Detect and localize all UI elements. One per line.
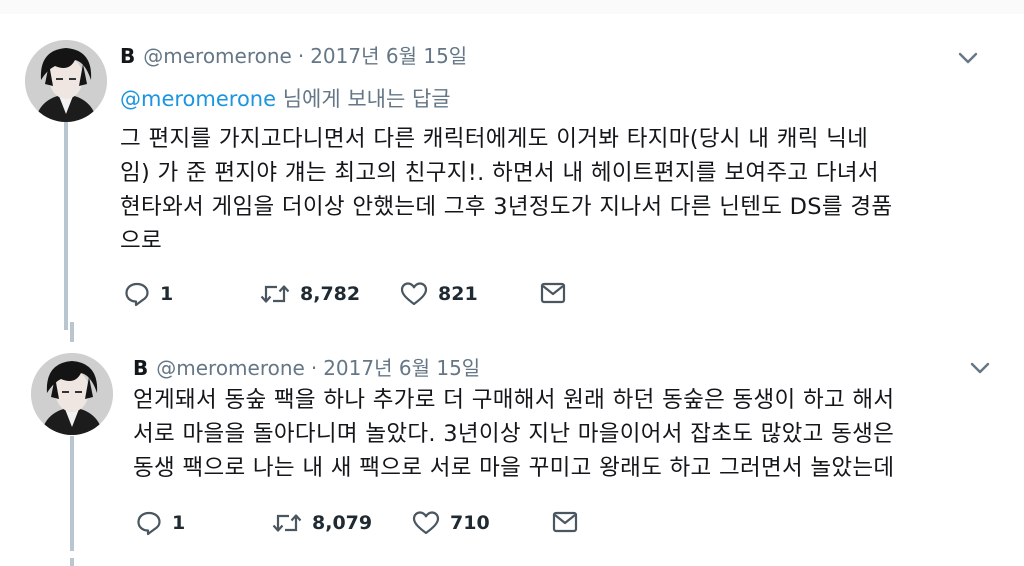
separator: · bbox=[297, 44, 305, 68]
reply-icon bbox=[137, 511, 161, 536]
like-icon bbox=[400, 282, 428, 306]
like-count: 710 bbox=[450, 512, 490, 534]
separator: · bbox=[310, 356, 318, 380]
tweet[interactable]: B @meromerone · 2017년 6월 15일 얻게돼서 동숲 팩을 하나 … bbox=[0, 330, 1024, 566]
avatar[interactable] bbox=[25, 40, 107, 122]
tweet-text-line: 얻게돼서 동숲 팩을 하나 추가로 더 구매해서 원래 하던 동숲은 동생이 하… bbox=[133, 387, 895, 413]
tweet-text-line: 으로 bbox=[120, 228, 163, 254]
chevron-down-icon[interactable] bbox=[969, 357, 991, 379]
reply-count: 1 bbox=[172, 512, 186, 534]
like-count: 821 bbox=[438, 283, 478, 305]
tweet-text-line: 동생 팩으로 나는 내 새 팩으로 서로 마을 꾸미고 왕래도 하고 그러면서 … bbox=[133, 455, 895, 481]
display-name[interactable]: B bbox=[133, 356, 148, 380]
like-button[interactable]: 821 bbox=[400, 281, 478, 307]
display-name[interactable]: B bbox=[120, 44, 135, 68]
like-icon bbox=[412, 511, 440, 535]
tweet-date[interactable]: 2017년 6월 15일 bbox=[310, 44, 467, 68]
reply-count: 1 bbox=[160, 283, 174, 305]
user-handle[interactable]: @meromerone bbox=[156, 356, 305, 380]
retweet-icon bbox=[260, 285, 290, 303]
tweet-actions: 1 8,079 710 bbox=[136, 510, 596, 540]
tweet-text: 얻게돼서 동숲 팩을 하나 추가로 더 구매해서 원래 하던 동숲은 동생이 하… bbox=[133, 383, 894, 485]
tweet-text-line: 그 편지를 가지고다니면서 다른 캐릭터에게도 이거봐 타지마(당시 내 캐릭 … bbox=[120, 126, 869, 152]
retweet-count: 8,079 bbox=[312, 512, 373, 534]
tweet[interactable]: B @meromerone · 2017년 6월 15일 @meromerone 님에… bbox=[0, 0, 1024, 330]
chevron-down-icon[interactable] bbox=[957, 47, 979, 69]
direct-message-icon bbox=[552, 511, 578, 533]
tweet-text-line: 임) 가 준 편지야 걔는 최고의 친구지!. 하면서 내 헤이트편지를 보여주… bbox=[120, 160, 879, 186]
direct-message-button[interactable] bbox=[540, 281, 566, 305]
avatar[interactable] bbox=[31, 353, 113, 435]
reply-icon bbox=[125, 282, 149, 307]
retweet-button[interactable]: 8,079 bbox=[272, 510, 372, 536]
reply-button[interactable]: 1 bbox=[124, 281, 173, 307]
tweet-header: B @meromerone · 2017년 6월 15일 bbox=[133, 352, 480, 381]
tweet-text: 그 편지를 가지고다니면서 다른 캐릭터에게도 이거봐 타지마(당시 내 캐릭 … bbox=[120, 122, 892, 258]
retweet-icon bbox=[272, 514, 302, 532]
tweet-header: B @meromerone · 2017년 6월 15일 bbox=[120, 40, 467, 69]
direct-message-icon bbox=[540, 282, 566, 304]
direct-message-button[interactable] bbox=[552, 510, 578, 534]
retweet-count: 8,782 bbox=[300, 283, 361, 305]
reply-mention-link[interactable]: @meromerone bbox=[120, 87, 276, 111]
reply-suffix: 님에게 보내는 답글 bbox=[282, 87, 451, 111]
user-handle[interactable]: @meromerone bbox=[143, 44, 292, 68]
tweet-text-line: 서로 마을을 돌아다니며 놀았다. 3년이상 지난 마을이어서 잡초도 많았고 … bbox=[133, 421, 895, 447]
like-button[interactable]: 710 bbox=[412, 510, 490, 536]
replying-to: @meromerone 님에게 보내는 답글 bbox=[120, 83, 451, 113]
tweet-actions: 1 8,782 821 bbox=[124, 281, 584, 311]
retweet-button[interactable]: 8,782 bbox=[260, 281, 360, 307]
tweet-text-line: 현타와서 게임을 더이상 안했는데 그후 3년정도가 지나서 다른 닌텐도 DS… bbox=[120, 194, 893, 220]
tweet-date[interactable]: 2017년 6월 15일 bbox=[323, 356, 480, 380]
reply-button[interactable]: 1 bbox=[136, 510, 185, 536]
